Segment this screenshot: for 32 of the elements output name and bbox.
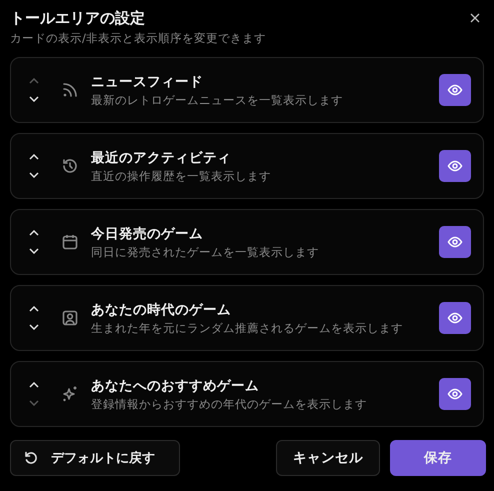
cancel-button[interactable]: キャンセル bbox=[276, 440, 380, 476]
reset-icon bbox=[23, 450, 39, 466]
user-portrait-icon bbox=[61, 309, 79, 327]
card-description: 同日に発売されたゲームを一覧表示します bbox=[91, 244, 320, 260]
visibility-toggle[interactable] bbox=[439, 226, 471, 258]
history-icon bbox=[61, 157, 79, 175]
reset-default-button[interactable]: デフォルトに戻す bbox=[10, 440, 180, 476]
card-description: 最新のレトロゲームニュースを一覧表示します bbox=[91, 92, 344, 108]
card-title: 今日発売のゲーム bbox=[91, 224, 204, 242]
visibility-toggle[interactable] bbox=[439, 74, 471, 106]
card-title: 最近のアクティビティ bbox=[91, 148, 232, 166]
calendar-icon bbox=[61, 233, 79, 251]
save-button[interactable]: 保存 bbox=[390, 440, 486, 476]
sparkle-icon bbox=[61, 385, 79, 403]
card-title: ニュースフィード bbox=[91, 72, 204, 90]
eye-icon bbox=[447, 158, 463, 174]
card-description: 直近の操作履歴を一覧表示します bbox=[91, 168, 272, 184]
rss-icon bbox=[61, 81, 79, 99]
visibility-toggle[interactable] bbox=[439, 150, 471, 182]
dialog-subtitle: カードの表示/非表示と表示順序を変更できます bbox=[10, 31, 267, 46]
eye-icon bbox=[447, 310, 463, 326]
eye-icon bbox=[447, 82, 463, 98]
card-description: 生まれた年を元にランダム推薦されるゲームを表示します bbox=[91, 320, 404, 336]
visibility-toggle[interactable] bbox=[439, 302, 471, 334]
eye-icon bbox=[447, 234, 463, 250]
card-title: あなたの時代のゲーム bbox=[91, 300, 232, 318]
close-icon[interactable] bbox=[470, 13, 480, 23]
dialog-title: トールエリアの設定 bbox=[10, 8, 145, 28]
eye-icon bbox=[447, 386, 463, 402]
card-title: あなたへのおすすめゲーム bbox=[91, 376, 260, 394]
card-description: 登録情報からおすすめの年代のゲームを表示します bbox=[91, 396, 368, 412]
visibility-toggle[interactable] bbox=[439, 378, 471, 410]
